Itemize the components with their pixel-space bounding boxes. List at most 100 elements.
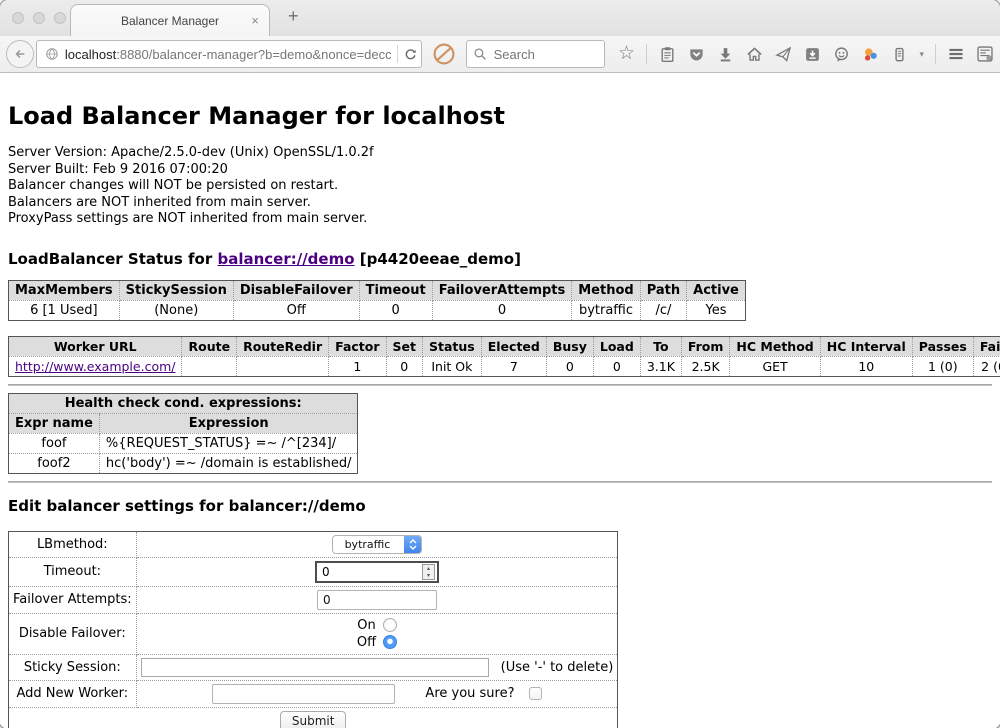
col-expr-name: Expr name: [9, 413, 100, 433]
page-content: Load Balancer Manager for localhost Serv…: [0, 73, 1000, 728]
col-passes: Passes: [912, 336, 973, 356]
search-icon: [473, 47, 487, 61]
new-tab-button[interactable]: +: [288, 6, 299, 27]
url-divider: [397, 45, 398, 63]
are-you-sure-checkbox[interactable]: [529, 687, 542, 700]
window-controls[interactable]: [12, 12, 66, 24]
dropdown-caret-icon[interactable]: ▾: [919, 49, 924, 60]
cell-factor: 1: [329, 356, 386, 376]
table-row: foof %{REQUEST_STATUS} =~ /^[234]/: [9, 433, 358, 453]
select-stepper-icon: [404, 535, 421, 554]
back-icon: [13, 47, 27, 61]
table-row: http://www.example.com/ 1 0 Init Ok 7 0 …: [9, 356, 1000, 376]
bookmark-star-icon[interactable]: ☆: [617, 45, 635, 63]
url-bar[interactable]: localhost:8880/balancer-manager?b=demo&n…: [36, 40, 422, 68]
add-worker-input[interactable]: [212, 684, 395, 704]
cell-expr-name: foof: [9, 433, 100, 453]
lbmethod-label: LBmethod:: [9, 531, 137, 557]
notice-proxypass: ProxyPass settings are NOT inherited fro…: [8, 211, 992, 228]
globe-icon: [45, 46, 59, 62]
cell-hc-method: GET: [730, 356, 820, 376]
browser-window: Balancer Manager × + localhost:8880/bala…: [0, 0, 1000, 728]
pocket-icon[interactable]: [687, 45, 705, 63]
sticky-session-label: Sticky Session:: [9, 654, 137, 680]
balancer-demo-link[interactable]: balancer://demo: [217, 250, 354, 268]
col-fails: Fails: [973, 336, 1000, 356]
pages-icon[interactable]: [976, 45, 994, 63]
blocked-icon[interactable]: [432, 42, 456, 66]
cell-hc-interval: 10: [820, 356, 912, 376]
cell-routeredir: [237, 356, 329, 376]
lbmethod-select[interactable]: bytraffic: [332, 535, 423, 554]
minimize-window-button[interactable]: [33, 12, 45, 24]
edit-balancer-form: LBmethod: bytraffic Timeout: 0: [8, 531, 618, 728]
loadbalancer-status-heading: LoadBalancer Status for balancer://demo …: [8, 250, 992, 268]
back-button[interactable]: [6, 40, 34, 68]
toolbar-icons: ☆ ▾: [617, 44, 994, 64]
cell-busy: 0: [546, 356, 593, 376]
cell-from: 2.5K: [681, 356, 730, 376]
square-download-icon[interactable]: [803, 45, 821, 63]
search-bar[interactable]: [466, 40, 606, 68]
battery-icon[interactable]: [890, 45, 908, 63]
timeout-value: 0: [322, 565, 330, 579]
cell-route: [182, 356, 237, 376]
zoom-window-button[interactable]: [54, 12, 66, 24]
cell-path: /c/: [640, 300, 686, 320]
col-stickysession: StickySession: [119, 280, 233, 300]
cell-load: 0: [593, 356, 640, 376]
status-suffix: [p4420eeae_demo]: [355, 250, 521, 268]
colorful-dots-icon[interactable]: [861, 45, 879, 63]
cell-status: Init Ok: [423, 356, 482, 376]
cell-timeout: 0: [359, 300, 432, 320]
worker-status-table: Worker URL Route RouteRedir Factor Set S…: [8, 336, 1000, 377]
tab-bar: Balancer Manager × +: [0, 0, 1000, 36]
col-disablefailover: DisableFailover: [233, 280, 359, 300]
search-input[interactable]: [492, 46, 592, 63]
are-you-sure-label: Are you sure?: [425, 686, 514, 701]
failover-attempts-label: Failover Attempts:: [9, 586, 137, 613]
timeout-label: Timeout:: [9, 557, 137, 586]
url-input[interactable]: localhost:8880/balancer-manager?b=demo&n…: [65, 47, 391, 62]
cell-passes: 1 (0): [912, 356, 973, 376]
col-method: Method: [572, 280, 640, 300]
col-set: Set: [386, 336, 422, 356]
col-maxmembers: MaxMembers: [9, 280, 120, 300]
cell-failoverattempts: 0: [432, 300, 572, 320]
col-status: Status: [423, 336, 482, 356]
tab-close-icon[interactable]: ×: [251, 13, 259, 28]
failover-attempts-input[interactable]: [317, 590, 437, 610]
worker-url-link[interactable]: http://www.example.com/: [15, 359, 175, 374]
cell-active: Yes: [687, 300, 746, 320]
download-icon[interactable]: [716, 45, 734, 63]
col-timeout: Timeout: [359, 280, 432, 300]
close-window-button[interactable]: [12, 12, 24, 24]
submit-button[interactable]: Submit: [280, 711, 347, 728]
col-load: Load: [593, 336, 640, 356]
feedback-smiley-icon[interactable]: [832, 45, 850, 63]
timeout-input[interactable]: 0 ▴▾: [315, 561, 439, 583]
server-version: Server Version: Apache/2.5.0-dev (Unix) …: [8, 145, 992, 162]
tab-balancer-manager[interactable]: Balancer Manager ×: [70, 4, 270, 36]
radio-off[interactable]: [383, 635, 397, 649]
toolbar-separator: [935, 44, 936, 64]
home-icon[interactable]: [745, 45, 763, 63]
disable-failover-label: Disable Failover:: [9, 613, 137, 654]
table-row: 6 [1 Used] (None) Off 0 0 bytraffic /c/ …: [9, 300, 746, 320]
sticky-session-row: Sticky Session: (Use '-' to delete): [9, 654, 618, 680]
clipboard-icon[interactable]: [658, 45, 676, 63]
number-spinner-icon[interactable]: ▴▾: [422, 564, 435, 580]
cell-maxmembers: 6 [1 Used]: [9, 300, 120, 320]
reload-icon[interactable]: [404, 47, 417, 62]
send-icon[interactable]: [774, 45, 792, 63]
radio-off-label: Off: [357, 634, 376, 651]
status-prefix: LoadBalancer Status for: [8, 250, 217, 268]
cell-expr-name: foof2: [9, 453, 100, 473]
divider: [8, 384, 992, 386]
notice-balancers: Balancers are NOT inherited from main se…: [8, 195, 992, 212]
radio-on[interactable]: [383, 618, 397, 632]
timeout-row: Timeout: 0 ▴▾: [9, 557, 618, 586]
col-worker-url: Worker URL: [9, 336, 182, 356]
menu-icon[interactable]: [947, 45, 965, 63]
sticky-session-input[interactable]: [141, 658, 489, 677]
